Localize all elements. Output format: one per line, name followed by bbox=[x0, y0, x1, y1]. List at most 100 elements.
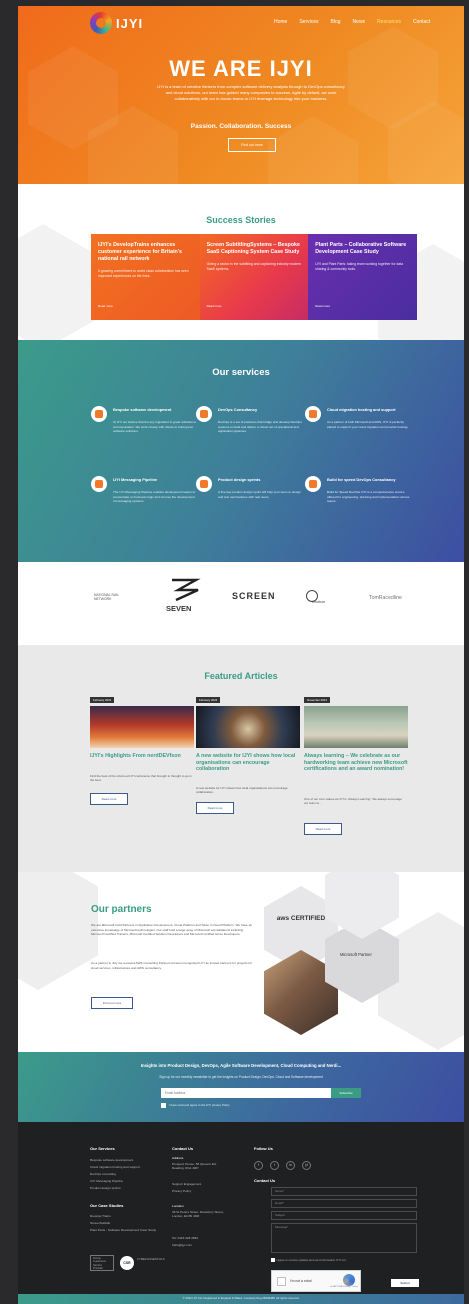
article-image[interactable] bbox=[304, 706, 408, 748]
newsletter-consent-label: I have read and agree to the IJYI privac… bbox=[169, 1103, 230, 1107]
ijyi-logo-icon[interactable] bbox=[90, 12, 112, 34]
service-text: The IJYI Messaging Pipeline enables deve… bbox=[113, 490, 196, 504]
service-item[interactable]: IJYI Messaging Pipeline The IJYI Messagi… bbox=[91, 476, 201, 526]
footer-link[interactable]: Privacy Policy bbox=[172, 1189, 191, 1193]
footer-contact-title: Contact Us bbox=[172, 1146, 194, 1151]
success-card[interactable]: IJYI's DevelopTrains enhances customer e… bbox=[91, 234, 200, 320]
top-nav: IJYI Home Services Blog News Resources C… bbox=[18, 6, 464, 38]
youtube-icon[interactable]: yt bbox=[302, 1161, 311, 1170]
footer-link[interactable]: Support Engagement bbox=[172, 1182, 201, 1186]
nav-item-resources[interactable]: Resources bbox=[377, 19, 401, 25]
partners-button[interactable]: Find out more bbox=[91, 997, 133, 1009]
footer-phone[interactable]: Tel: 0118 328 2862 bbox=[172, 1236, 198, 1240]
service-text: At IJYI we believe that the key ingredie… bbox=[113, 420, 196, 434]
hero-text: IJYI is a team of creative thinkers from… bbox=[157, 84, 345, 101]
featured-articles-section: Featured Articles February 2022 IJYI's H… bbox=[18, 645, 464, 872]
nav-item-services[interactable]: Services bbox=[299, 19, 318, 25]
service-title: Bespoke software development bbox=[113, 407, 172, 412]
client-logo-rail: NATIONAL RAIL NETWORK bbox=[94, 593, 119, 601]
service-item[interactable]: Build for speed DevOps Consultancy Build… bbox=[305, 476, 415, 526]
article-read-more-button[interactable]: Read more bbox=[90, 793, 128, 805]
footer-link[interactable]: Product design sprints bbox=[90, 1186, 121, 1190]
featured-title: Featured Articles bbox=[204, 671, 278, 681]
card-read-more[interactable]: Read more bbox=[98, 304, 113, 308]
footer-link[interactable]: Cloud migration hosting and support bbox=[90, 1165, 140, 1169]
article-title[interactable]: A new website for IJYI shows how local o… bbox=[196, 753, 300, 773]
service-icon bbox=[305, 476, 321, 492]
footer-address-label: Address bbox=[172, 1156, 184, 1160]
card-text: Giving a sector in the subtitling and ca… bbox=[206, 262, 302, 271]
article-image[interactable] bbox=[90, 706, 194, 748]
article-read-more-button[interactable]: Read more bbox=[304, 823, 342, 835]
card-read-more[interactable]: Read more bbox=[207, 304, 222, 308]
service-item[interactable]: DevOps Consultancy DevOps is a set of pr… bbox=[196, 406, 306, 456]
contact-message-field[interactable]: Message* bbox=[271, 1223, 417, 1253]
bg-hexagon bbox=[18, 872, 98, 990]
footer-link[interactable]: DevOps consulting bbox=[90, 1172, 116, 1176]
hero-button[interactable]: Find out more bbox=[228, 138, 276, 152]
article-image[interactable] bbox=[196, 706, 300, 748]
service-icon bbox=[305, 406, 321, 422]
success-title: Success Stories bbox=[206, 215, 276, 225]
seven-logo-icon bbox=[172, 578, 201, 602]
success-card[interactable]: Plant Parts – Collaborative Software Dev… bbox=[308, 234, 417, 320]
nav-item-blog[interactable]: Blog bbox=[331, 19, 341, 25]
footer-link[interactable]: ScreenSubtitle bbox=[90, 1221, 110, 1225]
recaptcha-logo-icon bbox=[343, 1274, 355, 1286]
contact-consent-label: I agree to receive updates and send info… bbox=[276, 1258, 346, 1262]
footer-link[interactable]: Plant Parts - Software Development Case … bbox=[90, 1228, 158, 1232]
article-card[interactable]: February 2022 IJYI's Highlights From ner… bbox=[90, 697, 194, 867]
success-card[interactable]: Screen SubtitlingSystems – Bespoke SaaS … bbox=[199, 234, 309, 320]
recaptcha-terms[interactable]: reCAPTCHA Privacy - Terms bbox=[330, 1286, 358, 1288]
client-logo-screen: SCREEN bbox=[232, 591, 276, 601]
article-date: February 2022 bbox=[90, 697, 115, 703]
newsletter-subscribe-button[interactable]: Subscribe bbox=[331, 1088, 361, 1098]
twitter-icon[interactable]: t bbox=[270, 1161, 279, 1170]
logo-text[interactable]: IJYI bbox=[116, 16, 143, 31]
partners-section: Our partners We are Microsoft Gold Partn… bbox=[18, 872, 464, 1052]
newsletter-subtitle: Sign up for our monthly newsletter to ge… bbox=[159, 1075, 323, 1079]
footer-link[interactable]: IJYI Messaging Pipeline bbox=[90, 1179, 123, 1183]
article-date: February 2022 bbox=[196, 697, 221, 703]
linkedin-icon[interactable]: in bbox=[286, 1161, 295, 1170]
footer-link[interactable]: Bespoke software development bbox=[90, 1158, 133, 1162]
newsletter-email-input[interactable] bbox=[161, 1088, 331, 1098]
article-card[interactable]: November 2021 Always learning – We celeb… bbox=[304, 697, 408, 867]
service-text: DevOps is a set of practices that bridge… bbox=[218, 420, 302, 434]
hero-section: IJYI Home Services Blog News Resources C… bbox=[18, 6, 464, 184]
service-item[interactable]: Product design sprints A five day produc… bbox=[196, 476, 306, 526]
footer-link[interactable]: Develop Trains bbox=[90, 1214, 111, 1218]
nav-item-news[interactable]: News bbox=[353, 19, 366, 25]
services-title: Our services bbox=[212, 367, 270, 378]
footer-services-title: Our Services bbox=[90, 1146, 115, 1151]
service-title: Cloud migration hosting and support bbox=[327, 407, 396, 412]
service-item[interactable]: Bespoke software development At IJYI we … bbox=[91, 406, 201, 456]
contact-submit-button[interactable]: Submit bbox=[391, 1279, 419, 1287]
recaptcha-label: I'm not a robot bbox=[290, 1279, 312, 1283]
newsletter-consent-checkbox[interactable] bbox=[161, 1103, 166, 1108]
nav-item-contact[interactable]: Contact bbox=[413, 19, 430, 25]
service-text: Build for Speed DevOps IJYI is a compreh… bbox=[327, 490, 410, 504]
footer-email[interactable]: hello@ijyi.com bbox=[172, 1243, 192, 1247]
card-read-more[interactable]: Read more bbox=[315, 304, 330, 308]
footer-address: Prospect House, 58 Queens Rd, Reading, R… bbox=[172, 1162, 217, 1171]
copyright-text: © 2022 IJYI Ltd. Registered in England &… bbox=[182, 1296, 300, 1300]
contact-email-field[interactable]: Email* bbox=[271, 1199, 417, 1208]
recaptcha-checkbox[interactable] bbox=[277, 1277, 286, 1286]
article-card[interactable]: February 2022 A new website for IJYI sho… bbox=[196, 697, 300, 867]
article-title[interactable]: IJYI's Highlights From nerdDEVfson bbox=[90, 753, 194, 760]
contact-subject-field[interactable]: Subject bbox=[271, 1211, 417, 1220]
service-title: IJYI Messaging Pipeline bbox=[113, 477, 158, 482]
facebook-icon[interactable]: f bbox=[254, 1161, 263, 1170]
service-item[interactable]: Cloud migration hosting and support As a… bbox=[305, 406, 415, 456]
contact-consent-checkbox[interactable] bbox=[271, 1258, 275, 1262]
nav-item-home[interactable]: Home bbox=[274, 19, 287, 25]
article-title[interactable]: Always learning – We celebrate as our ha… bbox=[304, 753, 408, 773]
service-title: Build for speed DevOps Consultancy bbox=[327, 477, 396, 482]
article-excerpt: Find the best of the reformed IJYI confe… bbox=[90, 774, 192, 783]
article-date: November 2021 bbox=[304, 697, 330, 703]
contact-name-field[interactable]: Name* bbox=[271, 1187, 417, 1196]
newsletter-title: Insights into Product Design, DevOps, Ag… bbox=[140, 1063, 342, 1068]
article-read-more-button[interactable]: Read more bbox=[196, 802, 234, 814]
card-text: IJYI and Plant Parts: taking team workin… bbox=[315, 262, 404, 271]
